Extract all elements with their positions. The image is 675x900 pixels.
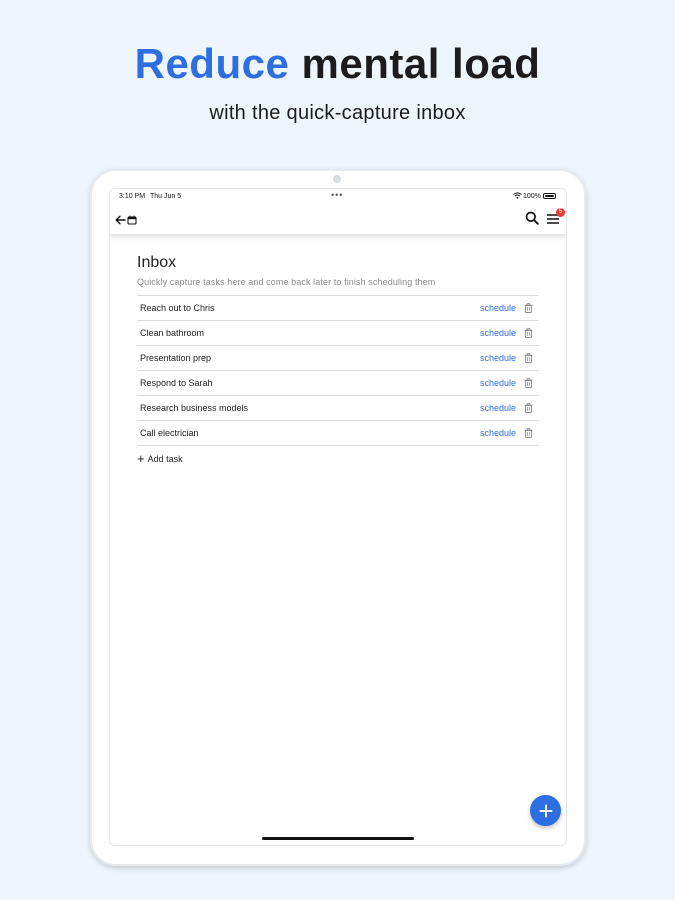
tablet-frame: 3:10 PM Thu Jun 5 ••• 100% 5 Inbox Quick… xyxy=(90,169,586,866)
plus-icon: + xyxy=(137,450,145,466)
headline-rest: mental load xyxy=(289,40,541,87)
search-button[interactable] xyxy=(525,211,541,227)
task-name: Reach out to Chris xyxy=(140,303,215,313)
trash-icon[interactable] xyxy=(524,327,534,339)
back-to-calendar-button[interactable] xyxy=(115,213,139,227)
schedule-link[interactable]: schedule xyxy=(480,378,516,388)
search-icon xyxy=(525,211,539,225)
subheadline: with the quick-capture inbox xyxy=(209,102,466,124)
status-time: 3:10 PM xyxy=(119,193,146,200)
inbox-content: Inbox Quickly capture tasks here and com… xyxy=(137,254,539,466)
task-name: Presentation prep xyxy=(140,353,212,363)
task-row[interactable]: Respond to Sarah schedule xyxy=(137,371,539,396)
task-name: Call electrician xyxy=(140,428,199,438)
task-name: Respond to Sarah xyxy=(140,378,213,388)
trash-icon[interactable] xyxy=(524,402,534,414)
trash-icon[interactable] xyxy=(524,377,534,389)
menu-button[interactable]: 5 xyxy=(546,208,565,226)
add-task-button[interactable]: + Add task xyxy=(137,450,197,466)
trash-icon[interactable] xyxy=(524,352,534,364)
arrow-left-icon xyxy=(115,215,126,225)
schedule-link[interactable]: schedule xyxy=(480,353,516,363)
battery-icon xyxy=(543,193,556,199)
wifi-icon xyxy=(513,192,522,201)
trash-icon[interactable] xyxy=(524,427,534,439)
multitasking-dots-icon[interactable]: ••• xyxy=(331,190,343,200)
task-name: Research business models xyxy=(140,403,249,413)
add-task-label: Add task xyxy=(147,454,183,464)
task-row[interactable]: Presentation prep schedule xyxy=(137,346,539,371)
schedule-link[interactable]: schedule xyxy=(480,428,516,438)
notification-badge: 5 xyxy=(556,208,565,217)
task-row[interactable]: Reach out to Chris schedule xyxy=(137,296,539,321)
app-screen: 3:10 PM Thu Jun 5 ••• 100% 5 Inbox Quick… xyxy=(109,188,567,846)
battery-percent: 100% xyxy=(523,193,541,200)
task-row[interactable]: Clean bathroom schedule xyxy=(137,321,539,346)
headline: Reduce mental load xyxy=(0,40,675,88)
task-row[interactable]: Research business models schedule xyxy=(137,396,539,421)
plus-icon xyxy=(539,804,552,817)
add-fab-button[interactable] xyxy=(530,795,561,826)
task-row[interactable]: Call electrician schedule xyxy=(137,421,539,446)
calendar-icon xyxy=(127,215,137,225)
task-list: Reach out to Chris schedule Clean bathroom… xyxy=(137,295,539,446)
headline-accent: Reduce xyxy=(134,40,290,87)
app-toolbar: 5 xyxy=(110,205,566,235)
task-name: Clean bathroom xyxy=(140,328,205,338)
schedule-link[interactable]: schedule xyxy=(480,328,516,338)
trash-icon[interactable] xyxy=(524,302,534,314)
schedule-link[interactable]: schedule xyxy=(480,303,516,313)
page-description: Quickly capture tasks here and come back… xyxy=(137,277,436,287)
home-indicator[interactable] xyxy=(262,837,414,840)
schedule-link[interactable]: schedule xyxy=(480,403,516,413)
camera-dot xyxy=(333,175,341,183)
status-date: Thu Jun 5 xyxy=(150,193,182,200)
page-title: Inbox xyxy=(137,254,177,271)
status-bar: 3:10 PM Thu Jun 5 ••• 100% xyxy=(110,189,566,205)
